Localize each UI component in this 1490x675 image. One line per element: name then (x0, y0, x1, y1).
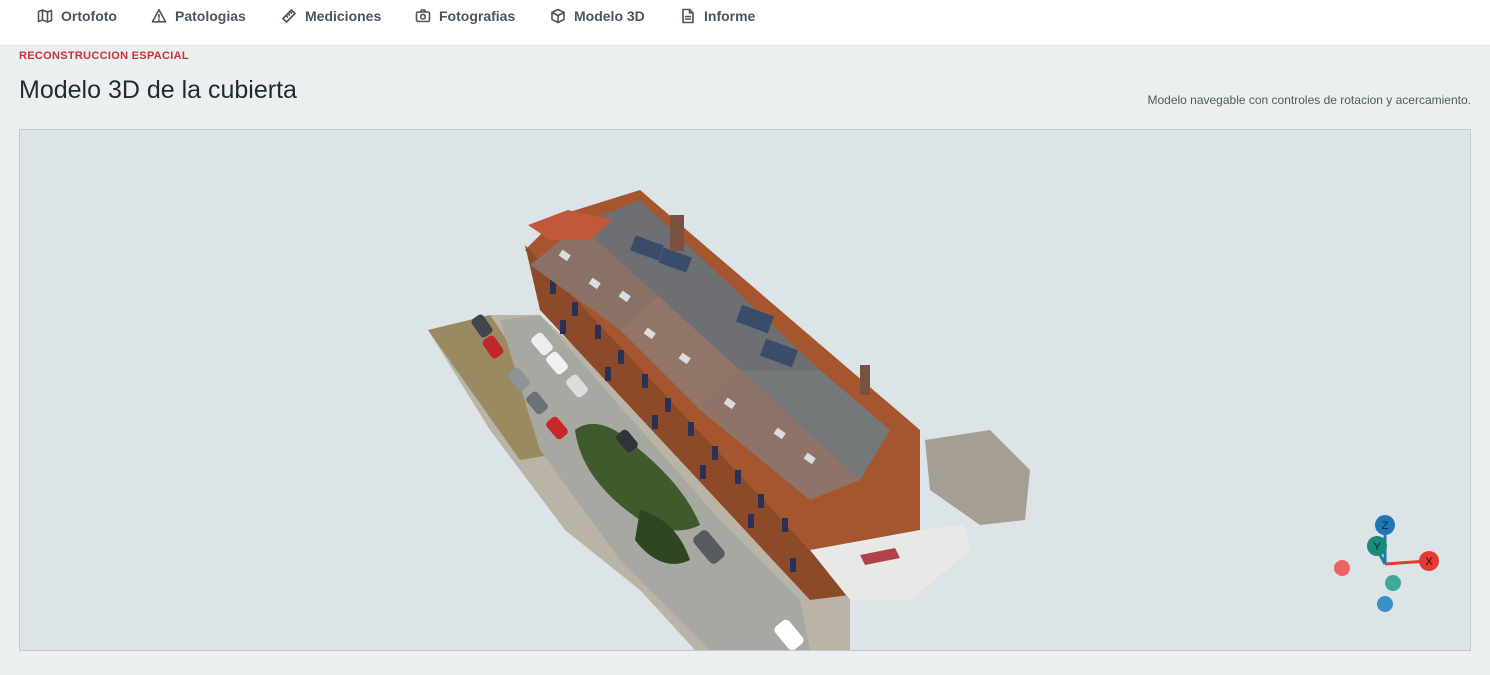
nav-tab-fotografias[interactable]: Fotografias (415, 7, 515, 25)
page-title: Modelo 3D de la cubierta (19, 76, 297, 104)
warning-icon (151, 9, 167, 23)
document-icon (682, 8, 694, 24)
page-subtitle: Modelo navegable con controles de rotaci… (1147, 93, 1471, 107)
nav-tab-ortofoto[interactable]: Ortofoto (37, 7, 117, 25)
nav-tab-label: Patologias (175, 8, 246, 24)
nav-tab-modelo-3d[interactable]: Modelo 3D (550, 7, 645, 25)
section-eyebrow: RECONSTRUCCION ESPACIAL (19, 50, 189, 62)
y-axis-label: Y (1373, 541, 1381, 553)
axis-gizmo-svg[interactable]: Z Y X (1330, 510, 1450, 620)
nav-tab-label: Fotografias (439, 8, 516, 24)
z-axis-label: Z (1382, 520, 1389, 532)
cube-icon (551, 8, 565, 24)
nav-tab-label: Ortofoto (61, 8, 117, 24)
neg-z-axis-handle[interactable] (1377, 596, 1393, 612)
camera-icon (415, 9, 431, 23)
annex-building (925, 430, 1030, 525)
top-navigation: Ortofoto Patologias Mediciones Fotografi… (0, 0, 1490, 46)
axis-gizmo[interactable]: Z Y X (1330, 510, 1450, 620)
ruler-icon (282, 9, 296, 23)
nav-tab-label: Informe (704, 8, 756, 24)
chimney-2 (860, 365, 870, 395)
map-icon (37, 9, 53, 23)
nav-tab-informe[interactable]: Informe (680, 7, 755, 25)
nav-tab-mediciones[interactable]: Mediciones (281, 7, 381, 25)
neg-x-axis-handle[interactable] (1334, 560, 1350, 576)
chimney (670, 215, 684, 251)
x-axis-label: X (1425, 556, 1433, 568)
model-3d-viewer[interactable]: Z Y X (19, 129, 1471, 651)
nav-tab-patologias[interactable]: Patologias (151, 7, 246, 25)
nav-tab-label: Mediciones (305, 8, 382, 24)
neg-y-axis-handle[interactable] (1385, 575, 1401, 591)
nav-tab-label: Modelo 3D (574, 8, 645, 24)
building-model-render[interactable] (20, 130, 1470, 650)
